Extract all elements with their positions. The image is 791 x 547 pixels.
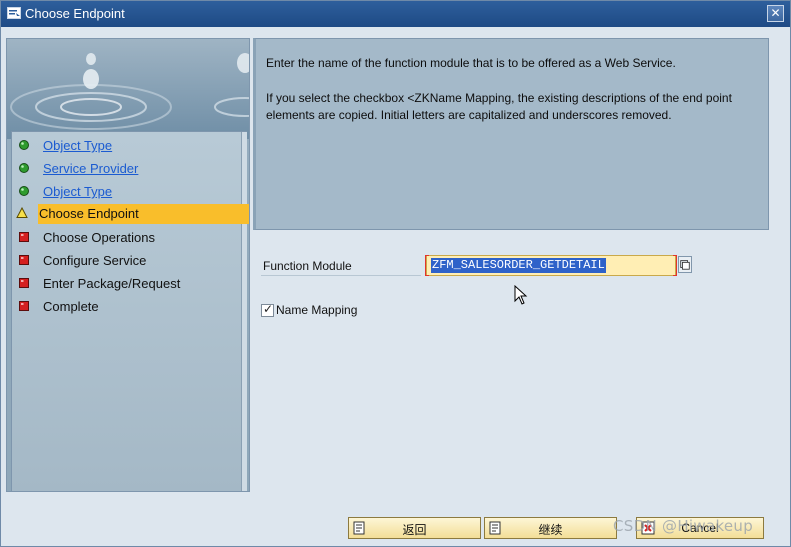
step-label: Complete <box>43 299 99 314</box>
green-status-icon <box>19 140 29 150</box>
step-label: Choose Operations <box>43 230 156 245</box>
step-label[interactable]: Object Type <box>43 184 112 200</box>
water-drop-graphic <box>7 39 249 139</box>
label-underline <box>261 275 421 276</box>
name-mapping-label: Name Mapping <box>276 303 358 317</box>
watermark: CSDN @Hiwakeup <box>613 517 754 535</box>
step-object-type[interactable]: Object Type <box>16 136 236 156</box>
function-module-input[interactable]: ZFM_SALESORDER_GETDETAIL <box>425 255 677 276</box>
step-enter-package-request: Enter Package/Request <box>16 274 236 294</box>
function-module-value: ZFM_SALESORDER_GETDETAIL <box>431 258 606 273</box>
dialog-body: Object Type Service Provider Object Type… <box>2 28 789 546</box>
instruction-text-2: If you select the checkbox <ZKName Mappi… <box>266 91 732 122</box>
back-button[interactable]: 返回 <box>348 517 481 539</box>
warning-triangle-icon <box>16 207 28 218</box>
red-status-icon <box>19 301 29 311</box>
step-service-provider[interactable]: Service Provider <box>16 159 236 179</box>
choose-endpoint-window: Choose Endpoint ✕ Object Type Service Pr… <box>0 0 791 547</box>
red-status-icon <box>19 255 29 265</box>
name-mapping-checkbox[interactable]: ✓ <box>261 302 274 317</box>
step-choose-endpoint[interactable]: Choose Endpoint <box>16 204 249 224</box>
red-status-icon <box>19 232 29 242</box>
step-label: Enter Package/Request <box>43 276 181 291</box>
step-label[interactable]: Service Provider <box>43 161 138 177</box>
value-help-button[interactable] <box>678 256 692 273</box>
required-marker-right <box>673 255 677 276</box>
step-choose-operations: Choose Operations <box>16 228 236 248</box>
step-label: Choose Endpoint <box>39 206 139 221</box>
green-status-icon <box>19 186 29 196</box>
function-module-label: Function Module <box>263 259 352 273</box>
green-status-icon <box>19 163 29 173</box>
red-status-icon <box>19 278 29 288</box>
window-title: Choose Endpoint <box>25 6 125 21</box>
continue-button[interactable]: 继续 <box>484 517 617 539</box>
close-icon[interactable]: ✕ <box>767 5 784 22</box>
instruction-text-1: Enter the name of the function module th… <box>266 56 676 70</box>
step-label[interactable]: Object Type <box>43 138 112 154</box>
window-icon <box>7 7 21 19</box>
value-help-icon <box>680 260 690 270</box>
wizard-step-list: Object Type Service Provider Object Type… <box>11 131 249 491</box>
checkmark-icon: ✓ <box>263 302 274 316</box>
step-configure-service: Configure Service <box>16 251 236 271</box>
back-button-label: 返回 <box>402 523 427 537</box>
scrollbar[interactable] <box>241 132 247 491</box>
continue-button-label: 继续 <box>538 523 563 537</box>
step-label: Configure Service <box>43 253 147 268</box>
wizard-navigation-panel: Object Type Service Provider Object Type… <box>6 38 250 492</box>
instruction-panel: Enter the name of the function module th… <box>253 38 769 230</box>
step-object-type-2[interactable]: Object Type <box>16 182 236 202</box>
title-bar[interactable]: Choose Endpoint ✕ <box>1 1 790 27</box>
mouse-pointer-icon <box>514 285 528 305</box>
required-marker-left <box>425 255 429 276</box>
step-complete: Complete <box>16 297 236 317</box>
